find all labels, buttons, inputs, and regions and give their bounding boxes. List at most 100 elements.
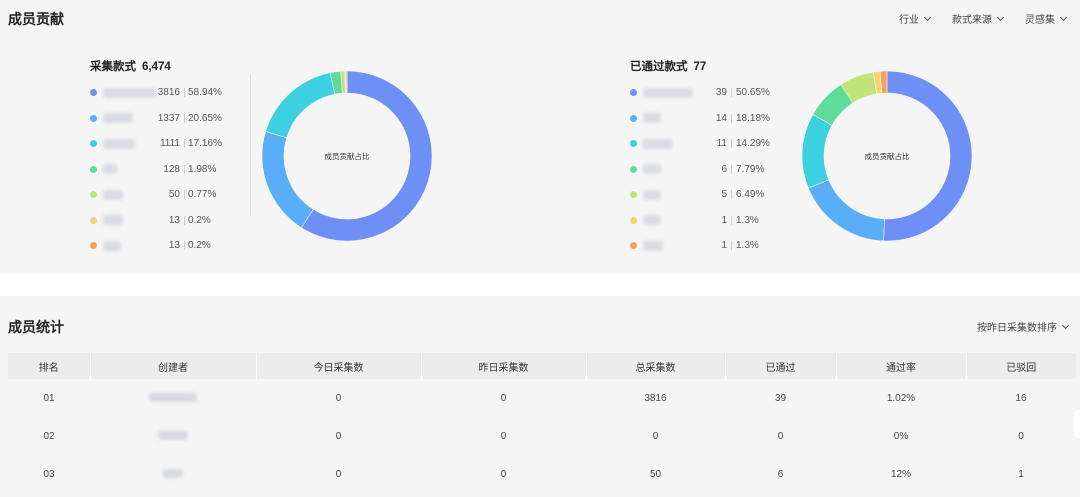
legend-count: 13 xyxy=(168,214,180,226)
legend-item[interactable]: 1 1.3% xyxy=(630,208,766,234)
rank-cell: 03 xyxy=(43,468,55,480)
collected-donut-chart xyxy=(261,70,433,242)
legend-count: 11 xyxy=(716,138,727,150)
legend-item[interactable]: 39 50.65% xyxy=(630,80,770,106)
column-header-creator[interactable]: 创建者 xyxy=(90,353,257,379)
chevron-down-icon xyxy=(1061,321,1070,329)
table-row[interactable]: 01 0 0 3816 39 1.02% 16 xyxy=(8,379,1076,417)
passed-cell: 0 xyxy=(777,430,784,442)
column-header-passed[interactable]: 已通过 xyxy=(725,353,837,379)
table-row[interactable]: 02 0 0 0 0 0% 0 xyxy=(8,417,1076,455)
legend-item[interactable]: 13 0.2% xyxy=(90,208,224,234)
legend-item[interactable]: 128 1.98% xyxy=(90,157,224,183)
legend-count: 39 xyxy=(715,87,727,99)
legend-count: 1111 xyxy=(159,138,180,150)
column-header-rejected[interactable]: 已驳回 xyxy=(966,353,1076,379)
legend-dot-icon xyxy=(630,89,637,97)
stats-title: 成员统计 xyxy=(8,319,64,335)
blurred-member-name xyxy=(643,138,673,149)
filter-bar: 行业 款式来源 灵感集 xyxy=(899,11,1068,26)
legend-dot-icon xyxy=(630,191,637,199)
legend-dot-icon xyxy=(90,114,97,122)
legend-item[interactable]: 3816 58.94% xyxy=(90,80,224,106)
column-header-total[interactable]: 总采集数 xyxy=(586,353,726,379)
donut-slice-3[interactable] xyxy=(801,114,833,189)
legend-dot-icon xyxy=(630,165,637,173)
yesterday-cell: 0 xyxy=(500,468,507,480)
legend-item[interactable]: 6 7.79% xyxy=(630,157,766,183)
donut-slice-2[interactable] xyxy=(807,179,885,242)
legend-item[interactable]: 11 14.29% xyxy=(630,131,770,157)
legend-separator xyxy=(731,113,732,123)
blurred-member-name xyxy=(103,87,157,98)
legend-separator xyxy=(184,190,185,200)
blurred-member-name xyxy=(103,164,117,175)
legend-item[interactable]: 50 0.77% xyxy=(90,182,224,208)
blurred-member-name xyxy=(643,87,693,98)
collected-donut: 成员贡献占比 xyxy=(261,70,433,242)
legend-percent: 50.65% xyxy=(736,87,770,99)
rank-cell: 01 xyxy=(43,392,55,404)
passed-donut-chart xyxy=(801,70,973,242)
filter-inspiration-set[interactable]: 灵感集 xyxy=(1025,11,1068,26)
legend-item[interactable]: 1 1.3% xyxy=(630,233,766,259)
passed-heading: 已通过款式 77 xyxy=(630,61,707,73)
today-cell: 0 xyxy=(335,430,342,442)
table-row[interactable]: 03 0 0 50 6 12% 1 xyxy=(8,455,1076,493)
legend-count: 1337 xyxy=(157,112,180,124)
creator-cell xyxy=(90,417,256,455)
chevron-down-icon xyxy=(923,13,932,21)
legend-item[interactable]: 1111 17.16% xyxy=(90,131,224,157)
scroll-edge-handle xyxy=(1074,410,1080,438)
creator-cell xyxy=(90,379,256,417)
donut-slice-1[interactable] xyxy=(883,70,973,242)
contribution-title: 成员贡献 xyxy=(8,11,64,27)
legend-percent: 0.2% xyxy=(188,214,211,226)
legend-dot-icon xyxy=(630,242,637,250)
legend-count: 6 xyxy=(721,163,727,175)
blurred-creator-name xyxy=(158,431,188,441)
column-header-today[interactable]: 今日采集数 xyxy=(256,353,422,379)
rejected-cell: 0 xyxy=(1018,430,1024,442)
passed-summary: 已通过款式 77 39 50.65% 14 18.18% 11 14.29% 6 7.79% 5 6… xyxy=(630,58,770,259)
blurred-member-name xyxy=(103,240,121,251)
column-header-pass-rate[interactable]: 通过率 xyxy=(836,353,967,379)
legend-percent: 1.3% xyxy=(736,214,759,226)
legend-item[interactable]: 5 6.49% xyxy=(630,182,766,208)
donut-slice-7[interactable] xyxy=(345,70,348,94)
legend-item[interactable]: 13 0.2% xyxy=(90,233,224,259)
legend-dot-icon xyxy=(90,140,97,148)
legend-separator xyxy=(184,215,185,225)
legend-dot-icon xyxy=(630,114,637,122)
legend-item[interactable]: 1337 20.65% xyxy=(90,106,224,132)
chevron-down-icon xyxy=(1059,13,1068,21)
filter-style-source[interactable]: 款式来源 xyxy=(952,11,1005,26)
blurred-member-name xyxy=(643,164,661,175)
blurred-member-name xyxy=(643,240,663,251)
column-header-rank[interactable]: 排名 xyxy=(8,353,91,379)
column-header-yesterday[interactable]: 昨日采集数 xyxy=(421,353,587,379)
blurred-member-name xyxy=(103,215,123,226)
legend-dot-icon xyxy=(630,216,637,224)
legend-percent: 18.18% xyxy=(736,112,770,124)
legend-percent: 1.98% xyxy=(188,163,217,175)
legend-item[interactable]: 14 18.18% xyxy=(630,106,770,132)
legend-separator xyxy=(184,164,185,174)
yesterday-cell: 0 xyxy=(500,392,507,404)
sort-dropdown[interactable]: 按昨日采集数排序 xyxy=(977,319,1070,334)
legend-separator xyxy=(731,215,732,225)
filter-industry[interactable]: 行业 xyxy=(899,11,932,26)
legend-count: 128 xyxy=(163,163,180,175)
legend-count: 1 xyxy=(721,240,727,252)
legend-percent: 0.2% xyxy=(188,240,211,252)
legend-count: 3816 xyxy=(157,87,180,99)
donut-slice-2[interactable] xyxy=(261,131,314,229)
total-cell: 0 xyxy=(652,430,659,442)
donut-slice-3[interactable] xyxy=(265,72,335,139)
legend-separator xyxy=(184,139,185,149)
passed-donut: 成员贡献占比 xyxy=(801,70,973,242)
legend-count: 13 xyxy=(168,240,180,252)
legend-percent: 14.29% xyxy=(736,138,770,150)
legend-dot-icon xyxy=(90,165,97,173)
passed-cell: 6 xyxy=(777,468,784,480)
